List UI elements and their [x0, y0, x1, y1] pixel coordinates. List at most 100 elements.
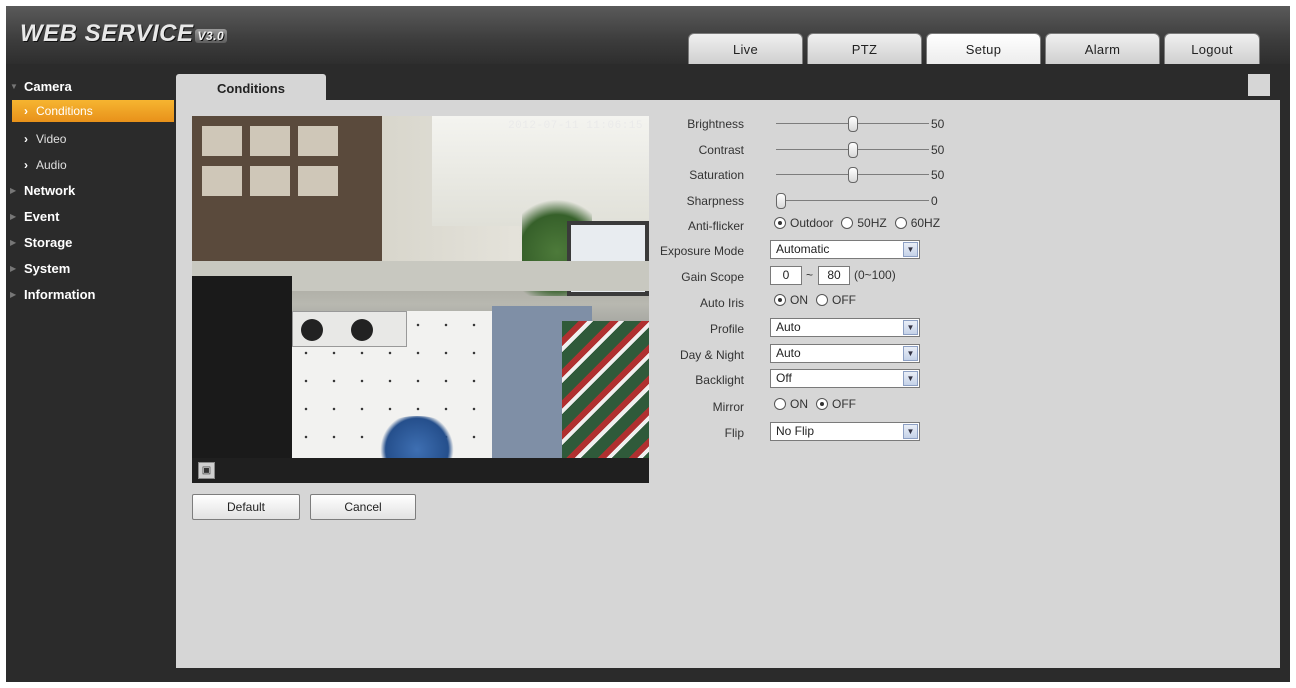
sharpness-value: 0 [931, 194, 938, 208]
mirror-label: Mirror [712, 400, 744, 414]
tab-live[interactable]: Live [688, 33, 803, 64]
radio-on[interactable] [774, 398, 786, 410]
sidebar-item-information[interactable]: ▶ Information [6, 282, 174, 308]
radio-outdoor[interactable] [774, 217, 786, 229]
logo-version: V3.0 [194, 29, 228, 43]
collapsed-triangle-icon: ▶ [10, 264, 17, 273]
collapsed-triangle-icon: ▶ [10, 186, 17, 195]
mirror-on[interactable]: ON [774, 397, 808, 411]
radio-on[interactable] [774, 294, 786, 306]
radio-label: Outdoor [790, 216, 834, 230]
saturation-label: Saturation [689, 168, 744, 182]
anti-flicker-50hz[interactable]: 50HZ [841, 216, 887, 230]
collapsed-triangle-icon: ▶ [10, 290, 17, 299]
auto-iris-on[interactable]: ON [774, 293, 808, 307]
sidebar-item-audio[interactable]: › Audio [6, 152, 174, 178]
gain-max-input[interactable]: 80 [818, 266, 850, 285]
radio-label: ON [790, 293, 808, 307]
sidebar-item-label: Video [36, 132, 67, 146]
select-value: No Flip [776, 424, 815, 438]
chevron-down-icon[interactable]: ▼ [903, 424, 918, 439]
gain-min-input[interactable]: 0 [770, 266, 802, 285]
expanded-triangle-icon: ▼ [10, 82, 18, 91]
exposure-mode-label: Exposure Mode [659, 244, 744, 258]
anti-flicker-radio-group: Outdoor 50HZ 60HZ [774, 216, 948, 230]
radio-label: 60HZ [910, 216, 941, 230]
sharpness-slider[interactable]: 0 [776, 193, 956, 209]
default-button[interactable]: Default [192, 494, 300, 520]
radio-60hz[interactable] [894, 217, 907, 229]
cancel-button[interactable]: Cancel [310, 494, 416, 520]
radio-label: 50HZ [857, 216, 887, 230]
video-preview[interactable]: 2012-07-11 11:06:15 [192, 116, 649, 458]
radio-50hz[interactable] [841, 217, 854, 229]
mirror-off[interactable]: OFF [816, 397, 856, 411]
flip-label: Flip [724, 426, 744, 440]
contrast-slider[interactable]: 50 [776, 142, 956, 158]
slider-thumb[interactable] [776, 193, 786, 209]
tab-logout[interactable]: Logout [1164, 33, 1260, 64]
sidebar-item-label: Network [24, 183, 76, 198]
gain-range-hint: (0~100) [854, 268, 896, 282]
sharpness-label: Sharpness [686, 194, 744, 208]
video-scene-cable [377, 416, 457, 458]
day-night-label: Day & Night [679, 348, 744, 362]
brightness-value: 50 [931, 117, 945, 131]
sidebar-item-storage[interactable]: ▶ Storage [6, 230, 174, 256]
logo-text: WEB SERVICE [20, 20, 194, 47]
gain-scope-label: Gain Scope [681, 270, 744, 284]
auto-iris-off[interactable]: OFF [816, 293, 856, 307]
anti-flicker-outdoor[interactable]: Outdoor [774, 216, 833, 230]
sidebar-item-video[interactable]: › Video [6, 126, 174, 152]
saturation-slider[interactable]: 50 [776, 167, 956, 183]
radio-label: OFF [832, 293, 856, 307]
sidebar-item-event[interactable]: ▶ Event [6, 204, 174, 230]
day-night-select[interactable]: Auto ▼ [770, 344, 920, 363]
fullscreen-icon: ▣ [201, 465, 212, 476]
exposure-mode-select[interactable]: Automatic ▼ [770, 240, 920, 259]
slider-thumb[interactable] [847, 167, 858, 183]
tab-setup[interactable]: Setup [926, 33, 1041, 64]
sidebar-item-conditions[interactable]: › Conditions [12, 100, 174, 122]
chevron-down-icon[interactable]: ▼ [903, 242, 918, 257]
select-value: Off [776, 371, 792, 385]
select-value: Auto [776, 320, 801, 334]
sidebar-item-camera[interactable]: ▼ Camera [6, 74, 174, 100]
video-scene-shelf [192, 116, 382, 266]
sidebar: ▼ Camera › Conditions › Video › Audio ▶ … [6, 74, 174, 308]
chevron-down-icon[interactable]: ▼ [903, 320, 918, 335]
slider-thumb[interactable] [847, 142, 858, 158]
slider-thumb[interactable] [847, 116, 858, 132]
fullscreen-button[interactable]: ▣ [198, 462, 215, 479]
tab-ptz[interactable]: PTZ [807, 33, 922, 64]
radio-label: OFF [832, 397, 856, 411]
tab-alarm[interactable]: Alarm [1045, 33, 1160, 64]
sidebar-item-label: Camera [24, 79, 72, 94]
anti-flicker-60hz[interactable]: 60HZ [894, 216, 941, 230]
video-toolbar: ▣ [192, 458, 649, 483]
flip-select[interactable]: No Flip ▼ [770, 422, 920, 441]
sidebar-item-label: Storage [24, 235, 73, 250]
chevron-right-icon: › [24, 158, 28, 172]
collapsed-triangle-icon: ▶ [10, 238, 17, 247]
radio-off[interactable] [816, 398, 828, 410]
top-tabs: Live PTZ Setup Alarm Logout [688, 33, 1260, 64]
header: WEB SERVICE V3.0 Live PTZ Setup Alarm Log… [6, 6, 1290, 64]
radio-label: ON [790, 397, 808, 411]
chevron-down-icon[interactable]: ▼ [903, 371, 918, 386]
sidebar-item-system[interactable]: ▶ System [6, 256, 174, 282]
slider-track [776, 200, 929, 201]
sidebar-item-label: System [24, 261, 71, 276]
backlight-label: Backlight [695, 373, 744, 387]
profile-select[interactable]: Auto ▼ [770, 318, 920, 337]
radio-off[interactable] [816, 294, 828, 306]
sidebar-item-label: Conditions [36, 104, 93, 118]
brightness-slider[interactable]: 50 [776, 116, 956, 132]
sidebar-item-network[interactable]: ▶ Network [6, 178, 174, 204]
select-value: Auto [776, 346, 801, 360]
auto-iris-label: Auto Iris [699, 296, 744, 310]
select-value: Automatic [776, 242, 830, 256]
backlight-select[interactable]: Off ▼ [770, 369, 920, 388]
chevron-down-icon[interactable]: ▼ [903, 346, 918, 361]
anti-flicker-label: Anti-flicker [687, 219, 744, 233]
